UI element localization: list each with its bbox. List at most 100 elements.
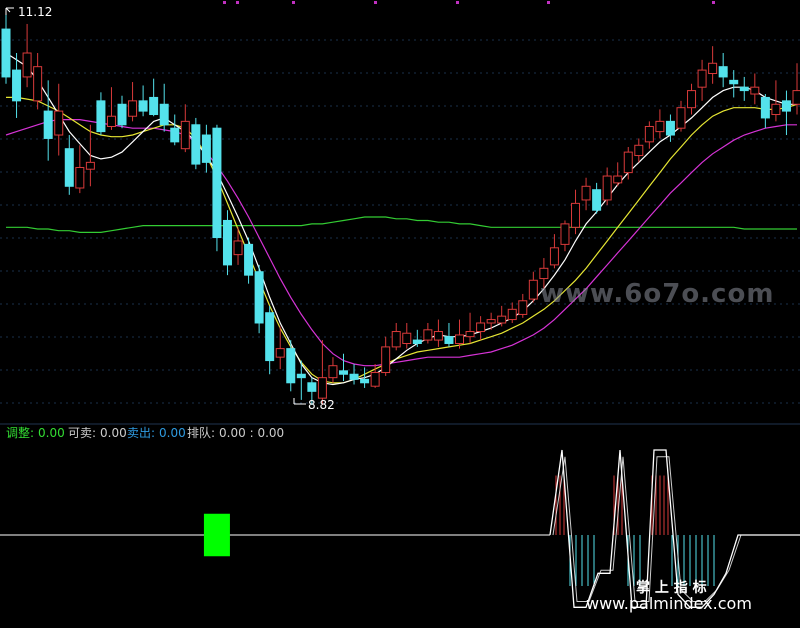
candle <box>634 138 644 163</box>
candle <box>518 293 528 318</box>
candle <box>149 78 159 117</box>
candle <box>96 92 106 136</box>
candle-body <box>444 336 454 344</box>
candle-body <box>476 322 486 333</box>
candle-body <box>54 110 64 136</box>
candle-body <box>159 103 169 126</box>
candle-body <box>254 271 264 324</box>
candle <box>549 234 559 269</box>
ma-green-line <box>6 216 797 233</box>
candle-body <box>687 90 697 109</box>
candle <box>106 87 116 130</box>
candle-body <box>22 52 32 78</box>
candle <box>159 83 169 132</box>
candle-body <box>180 120 190 150</box>
candle <box>476 316 486 341</box>
candle-body <box>85 161 95 170</box>
legend-sell-label: 卖出: <box>127 426 155 440</box>
candle-body <box>191 124 201 165</box>
candle-body <box>708 62 718 75</box>
signal-block <box>203 513 230 557</box>
candle-body <box>265 312 275 362</box>
candle-body <box>623 151 633 174</box>
candle <box>138 85 148 117</box>
candle-body <box>307 382 317 392</box>
candle-body <box>43 110 53 139</box>
top-event-markers <box>223 1 715 4</box>
candle-body <box>486 319 496 324</box>
ma-magenta-line <box>5 118 797 367</box>
high-price-label: 11.12 <box>18 5 52 19</box>
low-price-label: 8.82 <box>308 398 335 412</box>
candle <box>222 210 232 276</box>
ma-yellow-line <box>6 96 798 384</box>
legend-adjust: 调整: 0.00 <box>6 425 65 440</box>
candle <box>697 59 707 101</box>
candle-body <box>729 79 739 85</box>
candle-body <box>149 96 159 116</box>
candle <box>85 124 95 187</box>
candle <box>623 146 633 180</box>
watermark-bottom-url: www.palmindex.com <box>586 594 752 613</box>
candle <box>64 135 74 195</box>
candle <box>444 322 454 347</box>
legend-adjust-value: 0.00 <box>38 426 65 440</box>
candle-body <box>518 300 528 315</box>
candle <box>792 63 800 115</box>
candle-body <box>222 219 232 266</box>
candle <box>423 322 433 344</box>
candle-body <box>676 107 686 129</box>
legend-sellable-value: 0.00 <box>100 426 127 440</box>
candle <box>571 189 581 235</box>
candle <box>12 53 22 118</box>
candle <box>592 182 602 214</box>
candle-body <box>360 378 370 384</box>
candle-body <box>750 86 760 95</box>
candle-body <box>275 348 285 358</box>
candle-body <box>644 125 654 143</box>
candle-body <box>128 100 138 117</box>
candle-body <box>328 365 338 379</box>
legend-sellable: 可卖: 0.00 <box>68 426 127 440</box>
candle <box>265 305 275 375</box>
candle-body <box>201 134 211 163</box>
candle-body <box>507 308 517 321</box>
candle <box>117 95 127 129</box>
legend-sellable-label: 可卖: <box>68 426 96 440</box>
candle <box>687 83 697 115</box>
candle <box>718 53 728 88</box>
candle-body <box>317 377 327 399</box>
candle-body <box>106 115 116 127</box>
candle <box>349 363 359 385</box>
candle <box>201 124 211 173</box>
candle <box>433 319 443 347</box>
candle <box>233 227 243 265</box>
candle-body <box>423 329 433 341</box>
candle <box>75 145 85 194</box>
candle-body <box>718 66 728 78</box>
candle-body <box>781 100 791 112</box>
candle <box>465 312 475 344</box>
candle <box>254 264 264 334</box>
candle-body <box>592 189 602 211</box>
candle <box>497 305 507 327</box>
candle-body <box>739 86 749 92</box>
candle-body <box>697 69 707 88</box>
candle-body <box>465 331 475 338</box>
candle-body <box>64 148 74 187</box>
legend-queue-label: 排队: <box>187 425 215 440</box>
candle-body <box>1 28 11 78</box>
candle <box>613 162 623 187</box>
candle-body <box>381 346 391 374</box>
legend-sell-value: 0.00 <box>159 426 186 440</box>
candle-body <box>581 185 591 201</box>
low-price-marker: 8.82 <box>293 398 335 412</box>
candle <box>644 121 654 149</box>
candle-body <box>549 247 559 266</box>
candle <box>338 353 348 382</box>
candle-body <box>528 279 538 300</box>
candle-body <box>212 127 222 239</box>
candle-body <box>370 372 380 387</box>
grid-lines <box>0 39 800 404</box>
candle-body <box>349 373 359 380</box>
